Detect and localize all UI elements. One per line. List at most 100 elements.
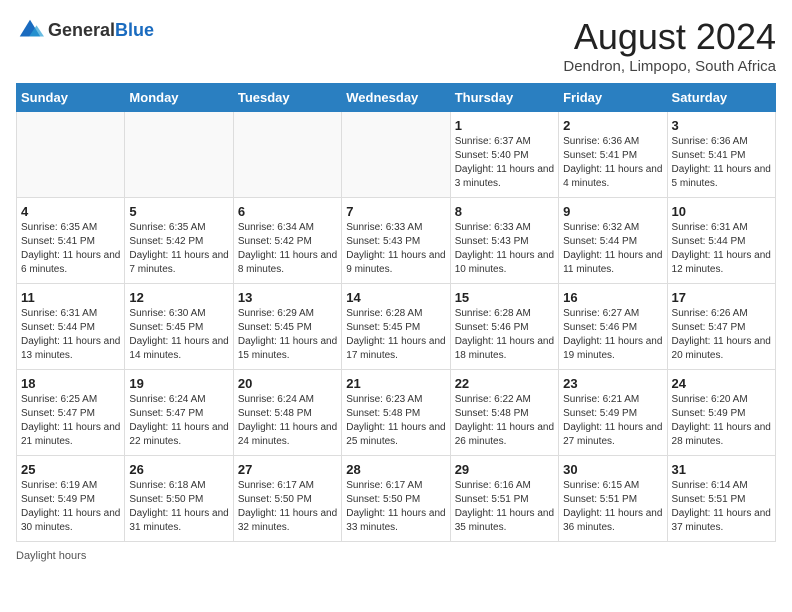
day-detail: Sunrise: 6:14 AMSunset: 5:51 PMDaylight:… [672,479,771,535]
calendar-cell: 31 Sunrise: 6:14 AMSunset: 5:51 PMDayligh… [667,456,775,542]
day-detail: Sunrise: 6:37 AMSunset: 5:40 PMDaylight:… [455,135,554,191]
day-number: 8 [455,204,554,219]
calendar-cell [342,112,450,198]
day-detail: Sunrise: 6:31 AMSunset: 5:44 PMDaylight:… [672,221,771,277]
calendar-cell: 23 Sunrise: 6:21 AMSunset: 5:49 PMDayligh… [559,370,667,456]
day-detail: Sunrise: 6:30 AMSunset: 5:45 PMDaylight:… [129,307,228,363]
calendar-cell: 20 Sunrise: 6:24 AMSunset: 5:48 PMDayligh… [233,370,341,456]
week-row-1: 4Sunrise: 6:35 AMSunset: 5:41 PMDaylight… [17,198,776,284]
day-detail: Sunrise: 6:19 AMSunset: 5:49 PMDaylight:… [21,479,120,535]
calendar-cell: 6Sunrise: 6:34 AMSunset: 5:42 PMDaylight… [233,198,341,284]
calendar-cell [17,112,125,198]
column-header-tuesday: Tuesday [233,84,341,112]
day-detail: Sunrise: 6:32 AMSunset: 5:44 PMDaylight:… [563,221,662,277]
day-detail: Sunrise: 6:24 AMSunset: 5:47 PMDaylight:… [129,393,228,449]
logo: GeneralBlue [16,16,154,44]
calendar-cell: 11 Sunrise: 6:31 AMSunset: 5:44 PMDayligh… [17,284,125,370]
day-number: 31 [672,462,771,477]
day-number: 15 [455,290,554,305]
day-detail: Sunrise: 6:24 AMSunset: 5:48 PMDaylight:… [238,393,337,449]
day-detail: Sunrise: 6:21 AMSunset: 5:49 PMDaylight:… [563,393,662,449]
calendar-cell: 3Sunrise: 6:36 AMSunset: 5:41 PMDaylight… [667,112,775,198]
column-header-thursday: Thursday [450,84,558,112]
day-detail: Sunrise: 6:17 AMSunset: 5:50 PMDaylight:… [238,479,337,535]
day-number: 12 [129,290,228,305]
day-detail: Sunrise: 6:33 AMSunset: 5:43 PMDaylight:… [346,221,445,277]
logo-blue-text: Blue [115,20,154,40]
day-number: 23 [563,376,662,391]
calendar-cell: 15 Sunrise: 6:28 AMSunset: 5:46 PMDayligh… [450,284,558,370]
calendar-cell: 29Sunrise: 6:16 AMSunset: 5:51 PMDayligh… [450,456,558,542]
day-number: 11 [21,290,120,305]
calendar-header-row: SundayMondayTuesdayWednesdayThursdayFrid… [17,84,776,112]
day-detail: Sunrise: 6:31 AMSunset: 5:44 PMDaylight:… [21,307,120,363]
column-header-friday: Friday [559,84,667,112]
day-detail: Sunrise: 6:18 AMSunset: 5:50 PMDaylight:… [129,479,228,535]
logo-general-text: General [48,20,115,40]
week-row-4: 25Sunrise: 6:19 AMSunset: 5:49 PMDayligh… [17,456,776,542]
day-detail: Sunrise: 6:35 AMSunset: 5:41 PMDaylight:… [21,221,120,277]
day-number: 5 [129,204,228,219]
calendar-cell: 7 Sunrise: 6:33 AMSunset: 5:43 PMDaylight… [342,198,450,284]
day-number: 26 [129,462,228,477]
day-number: 20 [238,376,337,391]
calendar-table: SundayMondayTuesdayWednesdayThursdayFrid… [16,83,776,542]
calendar-cell: 12 Sunrise: 6:30 AMSunset: 5:45 PMDayligh… [125,284,233,370]
day-detail: Sunrise: 6:23 AMSunset: 5:48 PMDaylight:… [346,393,445,449]
day-detail: Sunrise: 6:28 AMSunset: 5:46 PMDaylight:… [455,307,554,363]
day-detail: Sunrise: 6:28 AMSunset: 5:45 PMDaylight:… [346,307,445,363]
day-number: 3 [672,118,771,133]
column-header-sunday: Sunday [17,84,125,112]
column-header-wednesday: Wednesday [342,84,450,112]
day-detail: Sunrise: 6:29 AMSunset: 5:45 PMDaylight:… [238,307,337,363]
calendar-cell: 4Sunrise: 6:35 AMSunset: 5:41 PMDaylight… [17,198,125,284]
day-number: 9 [563,204,662,219]
calendar-cell: 10 Sunrise: 6:31 AMSunset: 5:44 PMDayligh… [667,198,775,284]
day-detail: Sunrise: 6:17 AMSunset: 5:50 PMDaylight:… [346,479,445,535]
calendar-cell: 30Sunrise: 6:15 AMSunset: 5:51 PMDayligh… [559,456,667,542]
day-detail: Sunrise: 6:15 AMSunset: 5:51 PMDaylight:… [563,479,662,535]
calendar-cell: 2Sunrise: 6:36 AMSunset: 5:41 PMDaylight… [559,112,667,198]
calendar-cell: 24 Sunrise: 6:20 AMSunset: 5:49 PMDayligh… [667,370,775,456]
day-number: 28 [346,462,445,477]
week-row-0: 1Sunrise: 6:37 AMSunset: 5:40 PMDaylight… [17,112,776,198]
calendar-cell: 22Sunrise: 6:22 AMSunset: 5:48 PMDayligh… [450,370,558,456]
day-detail: Sunrise: 6:26 AMSunset: 5:47 PMDaylight:… [672,307,771,363]
day-number: 21 [346,376,445,391]
day-detail: Sunrise: 6:27 AMSunset: 5:46 PMDaylight:… [563,307,662,363]
title-area: August 2024 Dendron, Limpopo, South Afri… [563,16,776,75]
calendar-cell: 14Sunrise: 6:28 AMSunset: 5:45 PMDayligh… [342,284,450,370]
day-detail: Sunrise: 6:25 AMSunset: 5:47 PMDaylight:… [21,393,120,449]
day-number: 10 [672,204,771,219]
logo-icon [16,16,44,44]
calendar-cell: 16 Sunrise: 6:27 AMSunset: 5:46 PMDayligh… [559,284,667,370]
day-number: 24 [672,376,771,391]
day-detail: Sunrise: 6:33 AMSunset: 5:43 PMDaylight:… [455,221,554,277]
day-number: 29 [455,462,554,477]
day-detail: Sunrise: 6:35 AMSunset: 5:42 PMDaylight:… [129,221,228,277]
day-number: 27 [238,462,337,477]
calendar-cell: 17 Sunrise: 6:26 AMSunset: 5:47 PMDayligh… [667,284,775,370]
calendar-footer: Daylight hours [16,550,776,562]
day-number: 7 [346,204,445,219]
month-year-title: August 2024 [563,16,776,58]
calendar-cell: 28 Sunrise: 6:17 AMSunset: 5:50 PMDayligh… [342,456,450,542]
calendar-cell: 8 Sunrise: 6:33 AMSunset: 5:43 PMDaylight… [450,198,558,284]
calendar-cell: 1Sunrise: 6:37 AMSunset: 5:40 PMDaylight… [450,112,558,198]
calendar-cell: 25Sunrise: 6:19 AMSunset: 5:49 PMDayligh… [17,456,125,542]
day-number: 16 [563,290,662,305]
week-row-2: 11 Sunrise: 6:31 AMSunset: 5:44 PMDayligh… [17,284,776,370]
calendar-cell: 5 Sunrise: 6:35 AMSunset: 5:42 PMDaylight… [125,198,233,284]
column-header-monday: Monday [125,84,233,112]
day-number: 17 [672,290,771,305]
day-detail: Sunrise: 6:20 AMSunset: 5:49 PMDaylight:… [672,393,771,449]
day-number: 19 [129,376,228,391]
calendar-cell: 9 Sunrise: 6:32 AMSunset: 5:44 PMDaylight… [559,198,667,284]
calendar-cell: 19 Sunrise: 6:24 AMSunset: 5:47 PMDayligh… [125,370,233,456]
day-number: 6 [238,204,337,219]
location-subtitle: Dendron, Limpopo, South Africa [563,58,776,75]
day-number: 13 [238,290,337,305]
calendar-cell [233,112,341,198]
day-number: 18 [21,376,120,391]
day-number: 2 [563,118,662,133]
